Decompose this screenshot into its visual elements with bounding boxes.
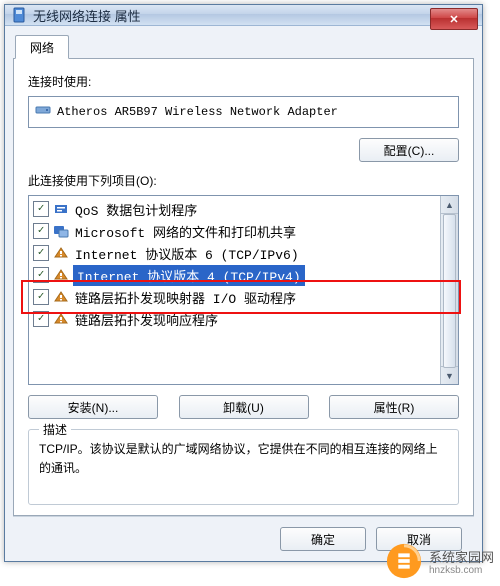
close-icon: ✕ xyxy=(449,13,458,26)
item-checkbox[interactable]: ✓ xyxy=(33,289,49,305)
window-title: 无线网络连接 属性 xyxy=(33,6,141,25)
scroll-down-icon[interactable]: ▼ xyxy=(441,366,458,384)
watermark-logo-icon xyxy=(385,542,423,580)
uninstall-button-label: 卸载(U) xyxy=(223,399,264,416)
description-group: 描述 TCP/IP。该协议是默认的广域网络协议，它提供在不同的相互连接的网络上的… xyxy=(28,429,459,505)
list-item[interactable]: ✓ 链路层拓扑发现响应程序 xyxy=(29,308,440,330)
titlebar: 无线网络连接 属性 ✕ xyxy=(5,5,482,26)
description-text: TCP/IP。该协议是默认的广域网络协议，它提供在不同的相互连接的网络上的通讯。 xyxy=(39,442,438,475)
scroll-track[interactable] xyxy=(441,214,458,366)
qos-icon xyxy=(53,201,69,217)
app-icon xyxy=(11,7,27,23)
item-checkbox[interactable]: ✓ xyxy=(33,223,49,239)
scrollbar[interactable]: ▲ ▼ xyxy=(440,196,458,384)
client-area: 网络 连接时使用: Atheros AR5B97 Wireless Networ… xyxy=(5,26,482,561)
item-label: Internet 协议版本 4 (TCP/IPv4) xyxy=(73,265,305,286)
configure-button-label: 配置(C)... xyxy=(384,142,435,159)
configure-row: 配置(C)... xyxy=(28,138,459,162)
watermark-brand: 系统家园网 xyxy=(429,550,494,565)
properties-button-label: 属性(R) xyxy=(374,399,415,416)
tab-label: 网络 xyxy=(30,41,54,55)
tabstrip: 网络 xyxy=(13,34,474,58)
properties-dialog: 无线网络连接 属性 ✕ 网络 连接时使用: Atheros AR5B97 Wir… xyxy=(4,4,483,562)
list-item[interactable]: ✓ Internet 协议版本 4 (TCP/IPv4) xyxy=(29,264,440,286)
tab-network[interactable]: 网络 xyxy=(15,35,69,59)
description-legend: 描述 xyxy=(39,421,71,440)
items-label: 此连接使用下列项目(O): xyxy=(28,172,459,189)
item-label: Microsoft 网络的文件和打印机共享 xyxy=(73,222,296,241)
item-checkbox[interactable]: ✓ xyxy=(33,201,49,217)
item-checkbox[interactable]: ✓ xyxy=(33,267,49,283)
watermark-url: hnzksb.com xyxy=(429,565,494,576)
item-label: 链路层拓扑发现响应程序 xyxy=(73,310,218,329)
item-label: 链路层拓扑发现映射器 I/O 驱动程序 xyxy=(73,288,296,307)
adapter-field: Atheros AR5B97 Wireless Network Adapter xyxy=(28,96,459,128)
properties-button[interactable]: 属性(R) xyxy=(329,395,459,419)
install-button-label: 安装(N)... xyxy=(68,399,119,416)
item-label: Internet 协议版本 6 (TCP/IPv6) xyxy=(73,244,299,263)
list-item[interactable]: ✓ QoS 数据包计划程序 xyxy=(29,198,440,220)
watermark-text: 系统家园网 hnzksb.com xyxy=(429,547,494,576)
proto-icon xyxy=(53,267,69,283)
adapter-name: Atheros AR5B97 Wireless Network Adapter xyxy=(57,105,338,119)
components-list: ✓ QoS 数据包计划程序 ✓ Microsoft 网络的文件和打印机共享 ✓ Inter… xyxy=(29,196,440,384)
list-item[interactable]: ✓ Microsoft 网络的文件和打印机共享 xyxy=(29,220,440,242)
item-checkbox[interactable]: ✓ xyxy=(33,311,49,327)
close-button[interactable]: ✕ xyxy=(430,8,478,30)
share-icon xyxy=(53,223,69,239)
list-item[interactable]: ✓ Internet 协议版本 6 (TCP/IPv6) xyxy=(29,242,440,264)
proto-icon xyxy=(53,311,69,327)
connect-using-label: 连接时使用: xyxy=(28,73,459,90)
proto-icon xyxy=(53,245,69,261)
tab-panel: 连接时使用: Atheros AR5B97 Wireless Network A… xyxy=(13,58,474,516)
adapter-icon xyxy=(35,102,51,122)
list-item[interactable]: ✓ 链路层拓扑发现映射器 I/O 驱动程序 xyxy=(29,286,440,308)
scroll-up-icon[interactable]: ▲ xyxy=(441,196,458,214)
ok-button[interactable]: 确定 xyxy=(280,527,366,551)
components-listbox[interactable]: ✓ QoS 数据包计划程序 ✓ Microsoft 网络的文件和打印机共享 ✓ Inter… xyxy=(28,195,459,385)
item-actions: 安装(N)... 卸载(U) 属性(R) xyxy=(28,395,459,419)
item-label: QoS 数据包计划程序 xyxy=(73,200,197,219)
item-checkbox[interactable]: ✓ xyxy=(33,245,49,261)
ok-button-label: 确定 xyxy=(311,531,335,548)
uninstall-button[interactable]: 卸载(U) xyxy=(179,395,309,419)
proto-icon xyxy=(53,289,69,305)
scroll-thumb[interactable] xyxy=(443,214,456,368)
configure-button[interactable]: 配置(C)... xyxy=(359,138,459,162)
watermark: 系统家园网 hnzksb.com xyxy=(385,542,494,580)
install-button[interactable]: 安装(N)... xyxy=(28,395,158,419)
